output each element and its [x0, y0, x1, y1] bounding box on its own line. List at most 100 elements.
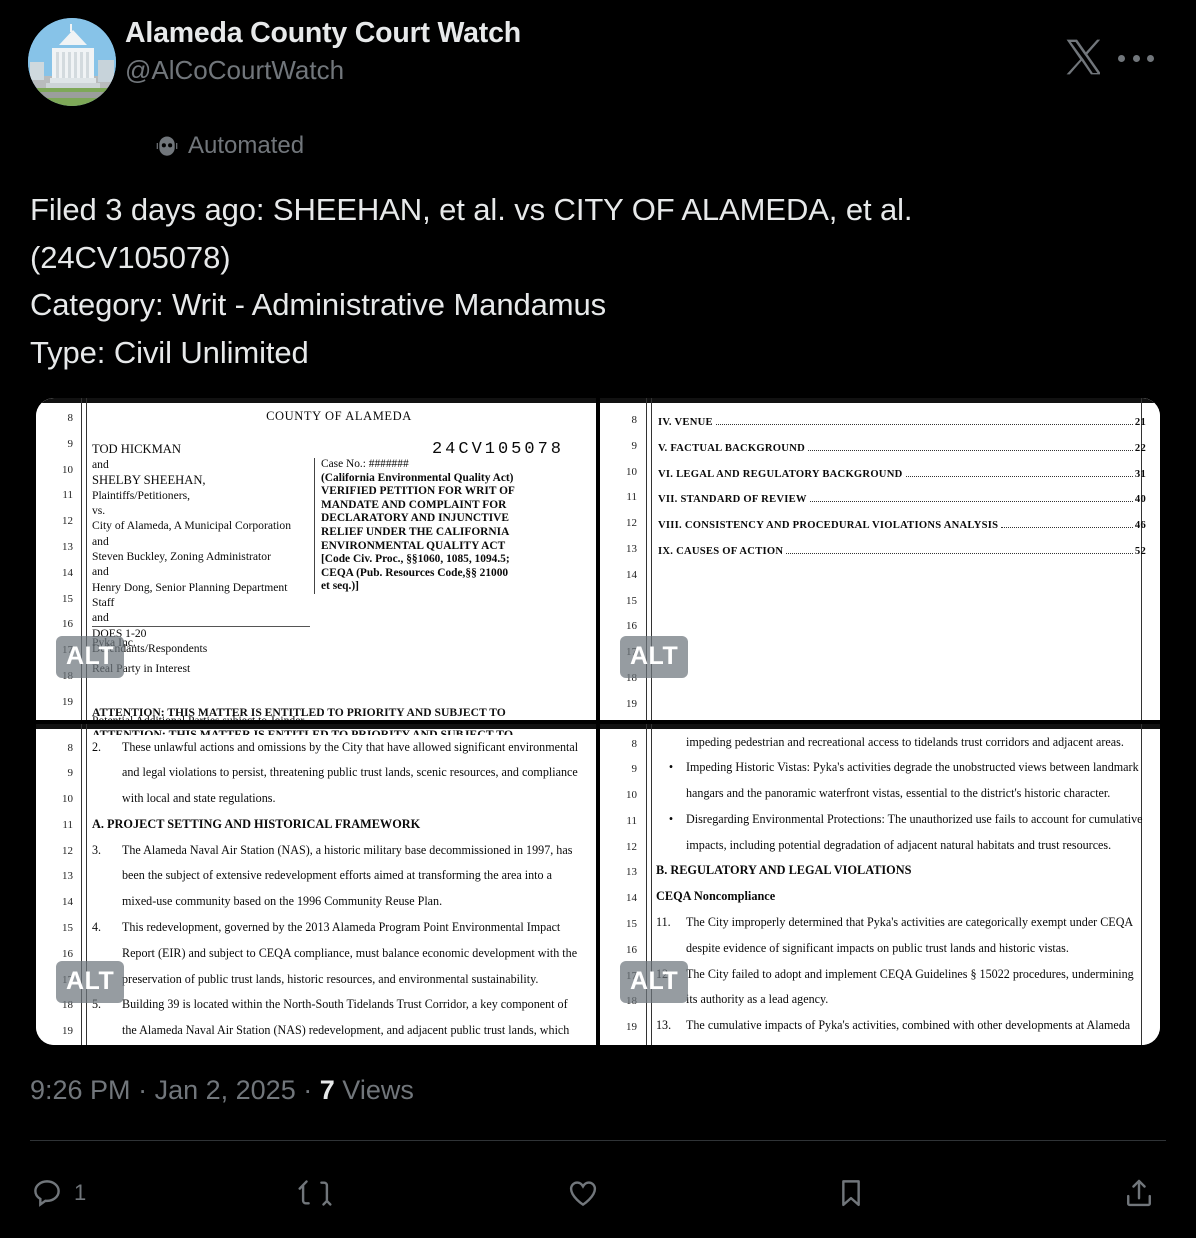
line-number: 9 — [67, 437, 74, 450]
bullet-paragraph: • Impeding Historic Vistas: Pyka's activi… — [656, 755, 1148, 807]
paragraph-number: 3. — [92, 842, 102, 857]
party-line: Plaintiffs/Petitioners, — [92, 488, 191, 502]
line-number: 14 — [62, 566, 73, 579]
bullet-marker: • — [668, 760, 674, 775]
media-image-3[interactable]: 8910111213141516171819202122 ATTENTION: … — [36, 723, 596, 1045]
toc-title: VII. STANDARD OF REVIEW — [658, 494, 807, 506]
line-number: 19 — [626, 1021, 637, 1034]
party-list: TOD HICKMAN and SHELBY SHEEHAN, Plaintiffs/… — [92, 442, 292, 656]
line-number: 11 — [62, 489, 73, 502]
toc-entry: IX. CAUSES OF ACTION 52 — [658, 539, 1146, 565]
numbered-paragraph: 2. These unlawful actions and omissions b… — [92, 735, 584, 812]
line-number: 15 — [62, 922, 73, 935]
toc-page: 52 — [1134, 545, 1146, 557]
retweet-button[interactable] — [298, 1176, 566, 1210]
bookmark-button[interactable] — [834, 1176, 1102, 1210]
caption-title-line: CEQA (Pub. Resources Code,§§ 21000 — [321, 566, 509, 579]
line-number: 20 — [606, 718, 640, 720]
paragraph-text: The cumulative impacts of Pyka's activit… — [686, 1018, 1131, 1045]
toc-page: 46 — [1134, 520, 1146, 532]
more-dot — [1132, 54, 1140, 62]
media-image-1[interactable]: 8910111213141516171819202122 COUNTY OF A… — [36, 398, 596, 720]
real-party-line: Real Party in Interest — [92, 662, 191, 675]
line-number: 12 — [62, 515, 73, 528]
toc-title: IV. VENUE — [658, 417, 713, 428]
toc-entry: V. FACTUAL BACKGROUND 22 — [658, 436, 1146, 462]
caption-title-line: (California Environmental Quality Act) — [321, 471, 514, 484]
views-label: Views — [342, 1075, 414, 1105]
line-number: 10 — [62, 793, 73, 806]
robot-icon — [156, 136, 178, 156]
document-page-project-setting: 8910111213141516171819202122 ATTENTION: … — [36, 723, 596, 1045]
media-image-2[interactable]: 8910111213141516171819202122 IV. VENUE21… — [600, 398, 1160, 720]
like-icon — [569, 1181, 597, 1207]
line-number: 20 — [606, 1041, 640, 1045]
reply-button[interactable]: 1 — [30, 1176, 298, 1210]
tweet-time: 9:26 PM — [30, 1075, 131, 1105]
party-line: City of Alameda, A Municipal Corporation — [92, 519, 292, 533]
line-number: 14 — [626, 568, 637, 581]
share-button[interactable] — [1122, 1176, 1166, 1210]
toc-leader — [715, 424, 1133, 425]
tweet-header: Alameda County Court Watch @AlCoCourtWat… — [28, 16, 1178, 159]
media-image-4[interactable]: 8910111213141516171819202122 impeding pe… — [600, 723, 1160, 1045]
toc-leader — [786, 552, 1133, 554]
caption-title-line: VERIFIED PETITION FOR WRIT OF — [321, 485, 515, 498]
caption-title-line: RELIEF UNDER THE CALIFORNIA — [321, 525, 510, 538]
line-number: 11 — [62, 818, 73, 831]
cut-off-heading: ATTENTION: THIS MATTER IS ENTITLED TO PR… — [92, 727, 513, 735]
case-no-line: Case No.: ####### — [321, 458, 409, 470]
like-button[interactable] — [566, 1176, 834, 1210]
paragraph-number: 11. — [656, 915, 671, 930]
caption-title-line: ENVIRONMENTAL QUALITY ACT — [321, 539, 506, 552]
tweet-meta: 9:26 PM · Jan 2, 2025 · 7 Views — [30, 1072, 414, 1108]
section-heading: A. PROJECT SETTING AND HISTORICAL FRAMEW… — [92, 816, 421, 831]
line-number: 8 — [67, 741, 74, 754]
line-number: 14 — [626, 892, 637, 905]
x-logo[interactable] — [1064, 38, 1100, 76]
party-line: TOD HICKMAN — [92, 442, 181, 456]
more-dot — [1147, 54, 1154, 62]
automated-badge[interactable]: Automated — [154, 131, 304, 161]
retweet-icon — [298, 1180, 332, 1206]
alt-badge[interactable]: ALT — [620, 961, 689, 1003]
paragraph-text: The City improperly determined that Pyka… — [686, 915, 1133, 955]
alt-badge[interactable]: ALT — [620, 635, 689, 678]
party-line: Steven Buckley, Zoning Administrator — [92, 550, 271, 564]
line-number: 14 — [62, 896, 73, 909]
line-number: 10 — [626, 465, 637, 478]
line-number: 12 — [62, 844, 73, 857]
party-line: and — [92, 458, 109, 472]
line-number: 9 — [67, 767, 74, 780]
caption-title-line: et seq.)] — [321, 580, 359, 593]
alt-badge[interactable]: ALT — [56, 635, 125, 678]
more-dot — [1118, 54, 1125, 62]
toc-title: VIII. CONSISTENCY AND PROCEDURAL VIOLATI… — [658, 520, 999, 532]
line-number: 9 — [631, 763, 638, 776]
meta-sep: · — [303, 1075, 313, 1105]
court-heading: COUNTY OF ALAMEDA — [266, 409, 412, 423]
account-handle: @AlCoCourtWatch — [125, 55, 345, 85]
account-name-block[interactable]: Alameda County Court Watch @AlCoCourtWat… — [125, 16, 521, 87]
paragraph-number: 2. — [92, 739, 102, 754]
real-party-line — [92, 682, 422, 708]
toc-title: VI. LEGAL AND REGULATORY BACKGROUND — [658, 468, 903, 480]
party-line: SHELBY SHEEHAN, — [92, 472, 206, 487]
alt-badge[interactable]: ALT — [56, 961, 125, 1003]
numbered-paragraph: 12.The City failed to adopt and implemen… — [656, 962, 1148, 1014]
toc-page: 22 — [1134, 442, 1146, 454]
x-logo-icon — [1066, 39, 1100, 75]
toc-entry: VII. STANDARD OF REVIEW 40 — [658, 487, 1146, 513]
paragraph-text: These unlawful actions and omissions by … — [122, 739, 579, 806]
toc-page: 21 — [1134, 417, 1146, 428]
real-party-line: Pyka Inc. — [92, 636, 136, 649]
document-page-toc: 8910111213141516171819202122 IV. VENUE21… — [600, 398, 1160, 720]
meta-sep: · — [138, 1075, 148, 1105]
avatar[interactable] — [28, 18, 116, 106]
numbered-paragraph: 4. This redevelopment, governed by the 20… — [92, 915, 584, 992]
party-line: vs. — [92, 504, 106, 518]
bookmark-icon — [842, 1180, 860, 1207]
page-body-1: COUNTY OF ALAMEDA 24CV105078 TOD HICKMAN… — [92, 398, 586, 720]
toc-leader — [808, 449, 1133, 451]
more-options-button[interactable] — [1118, 46, 1154, 70]
